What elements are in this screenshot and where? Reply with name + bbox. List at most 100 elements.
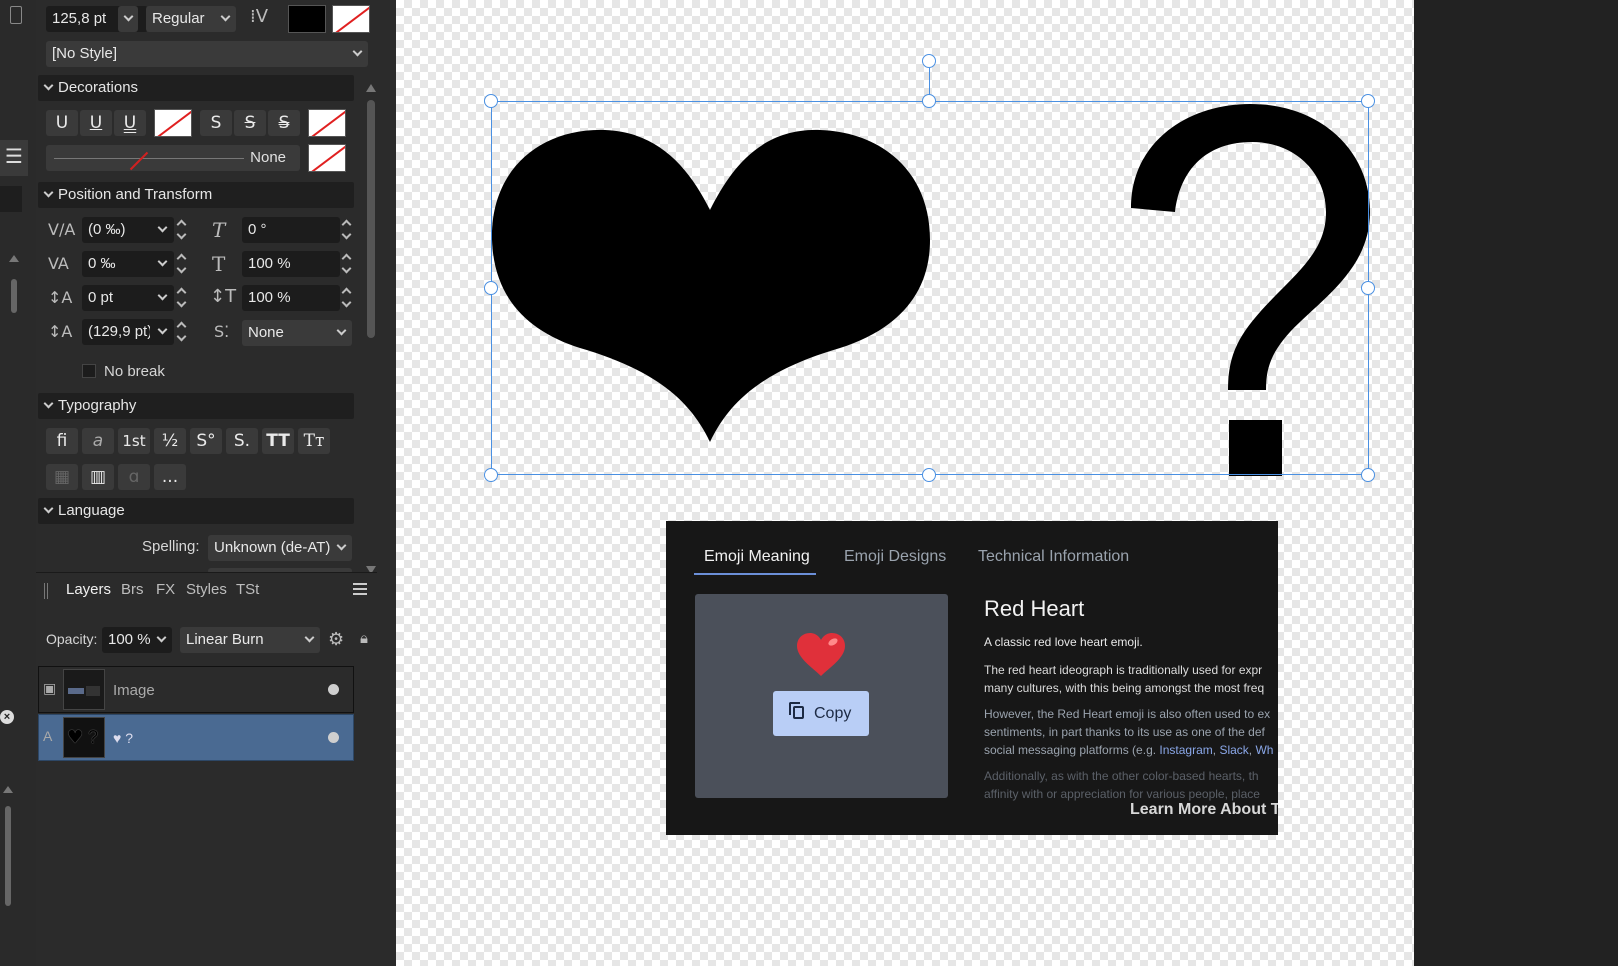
scroll-up-icon[interactable] (3, 786, 13, 793)
resize-handle-ne[interactable] (1361, 94, 1375, 108)
decorations-section-header[interactable]: Decorations (38, 75, 354, 101)
paragraph-style-select[interactable]: [No Style] (46, 41, 368, 67)
ordinal-button[interactable]: 1st (118, 428, 150, 454)
more-typography-button[interactable]: ... (154, 464, 186, 490)
blend-mode-select[interactable]: Linear Burn (180, 627, 320, 653)
drag-handle-icon[interactable] (10, 6, 22, 24)
swash-button[interactable]: a (82, 428, 114, 454)
panel-grip-icon[interactable] (44, 583, 48, 599)
shear-stepper[interactable] (341, 217, 353, 243)
learn-more-link[interactable]: Learn More About Th (1130, 801, 1278, 819)
resize-handle-se[interactable] (1361, 468, 1375, 482)
visibility-toggle[interactable] (328, 684, 339, 695)
typography-section-header[interactable]: Typography (38, 393, 354, 419)
no-break-checkbox[interactable] (82, 364, 96, 378)
position-transform-section-header[interactable]: Position and Transform (38, 182, 354, 208)
tracking-dropdown[interactable] (150, 251, 172, 277)
scroll-up-icon[interactable] (9, 255, 19, 262)
copy-button[interactable]: Copy (773, 691, 869, 736)
vertical-scale-icon: T (212, 252, 226, 276)
tab-emoji-designs[interactable]: Emoji Designs (844, 548, 946, 566)
pasteboard-area (1414, 0, 1618, 966)
line-style-field[interactable]: None (46, 145, 300, 171)
whatsapp-link[interactable]: Wh (1255, 743, 1273, 757)
underline-double-button[interactable]: U (114, 110, 146, 136)
tab-fx[interactable]: FX (156, 581, 175, 598)
strikethrough-button[interactable]: S (234, 110, 266, 136)
instagram-link[interactable]: Instagram (1159, 743, 1212, 757)
all-caps-button[interactable]: TT (262, 428, 294, 454)
panel-menu-icon[interactable] (353, 583, 367, 595)
rotation-handle[interactable] (922, 54, 936, 68)
underline-single-button[interactable]: U (46, 110, 78, 136)
gear-icon[interactable]: ⚙ (328, 629, 344, 650)
layer-row-image[interactable]: ▣ Image (38, 666, 354, 713)
tracking-stepper[interactable] (176, 251, 188, 277)
strikethrough-none-button[interactable]: S (200, 110, 232, 136)
ligature-button[interactable]: fi (46, 428, 78, 454)
panel-scrollbar[interactable] (365, 84, 377, 574)
scroll-up-icon[interactable] (366, 84, 376, 92)
fraction-button[interactable]: ½ (154, 428, 186, 454)
baseline-dropdown[interactable] (150, 285, 172, 311)
layer-row-text[interactable]: A ♥ ? ♥ ? (38, 714, 354, 761)
text-fill-swatch[interactable] (288, 5, 326, 33)
resize-handle-n[interactable] (922, 94, 936, 108)
horizontal-scale-stepper[interactable] (341, 285, 353, 311)
strip-scrollbar-lower[interactable] (2, 786, 14, 916)
resize-handle-nw[interactable] (484, 94, 498, 108)
font-size-dropdown[interactable] (118, 6, 138, 32)
close-icon[interactable]: × (0, 710, 14, 724)
strip-scrollbar[interactable] (8, 255, 20, 335)
opacity-field[interactable]: 100 % (102, 627, 172, 653)
vertical-text-icon[interactable]: ⁞V (250, 6, 268, 27)
tab-emoji-meaning[interactable]: Emoji Meaning (704, 548, 810, 566)
underline-button[interactable]: U (80, 110, 112, 136)
resize-handle-sw[interactable] (484, 468, 498, 482)
tab-layers[interactable]: Layers (66, 581, 111, 598)
tab-technical-information[interactable]: Technical Information (978, 548, 1129, 566)
leading-dropdown[interactable] (150, 319, 172, 345)
tab-text-styles[interactable]: TSt (236, 581, 259, 598)
slack-link[interactable]: Slack (1219, 743, 1248, 757)
horizontal-scale-field[interactable]: 100 % (242, 285, 340, 311)
line-color-swatch[interactable] (308, 144, 346, 172)
leading-stepper[interactable] (176, 319, 188, 345)
small-caps-select[interactable]: None (242, 320, 352, 346)
lock-icon[interactable]: 🔒︎ (360, 629, 368, 647)
glyph-browser-icon[interactable]: ▥ (82, 464, 114, 490)
selection-bounding-box[interactable] (491, 101, 1369, 475)
text-stroke-swatch[interactable] (332, 5, 370, 33)
visibility-toggle[interactable] (328, 732, 339, 743)
resize-handle-w[interactable] (484, 281, 498, 295)
menu-icon[interactable]: ☰ (0, 140, 28, 176)
resize-handle-s[interactable] (922, 468, 936, 482)
strikethrough-color-swatch[interactable] (308, 109, 346, 137)
subscript-button[interactable]: S. (226, 428, 258, 454)
glyph-grid-icon[interactable]: ▦ (46, 464, 78, 490)
superscript-button[interactable]: S° (190, 428, 222, 454)
scroll-thumb[interactable] (5, 806, 11, 906)
strip-panel-tab[interactable] (0, 186, 22, 212)
tab-brushes[interactable]: Brs (121, 581, 144, 598)
resize-handle-e[interactable] (1361, 281, 1375, 295)
strikethrough-double-button[interactable]: S (268, 110, 300, 136)
kerning-stepper[interactable] (176, 217, 188, 243)
spelling-select[interactable]: Unknown (de-AT) (208, 535, 352, 561)
scroll-thumb[interactable] (11, 279, 17, 313)
font-weight-select[interactable]: Regular (146, 6, 236, 32)
stylistic-alt-icon[interactable]: ɑ (118, 464, 150, 490)
underline-color-swatch[interactable] (154, 109, 192, 137)
emoji-info-card: Emoji Meaning Emoji Designs Technical In… (666, 521, 1278, 835)
vertical-scale-stepper[interactable] (341, 251, 353, 277)
character-panel: 125,8 pt Regular ⁞V [No Style] Decoratio… (36, 0, 396, 966)
kerning-dropdown[interactable] (150, 217, 172, 243)
baseline-stepper[interactable] (176, 285, 188, 311)
language-section-header[interactable]: Language (38, 498, 354, 524)
small-caps-button[interactable]: Tт (298, 428, 330, 454)
panel-scroll-thumb[interactable] (367, 100, 375, 338)
shear-field[interactable]: 0 ° (242, 217, 340, 243)
tab-styles[interactable]: Styles (186, 581, 227, 598)
vertical-scale-field[interactable]: 100 % (242, 251, 340, 277)
horizontal-scale-icon: ↕T (210, 286, 237, 307)
